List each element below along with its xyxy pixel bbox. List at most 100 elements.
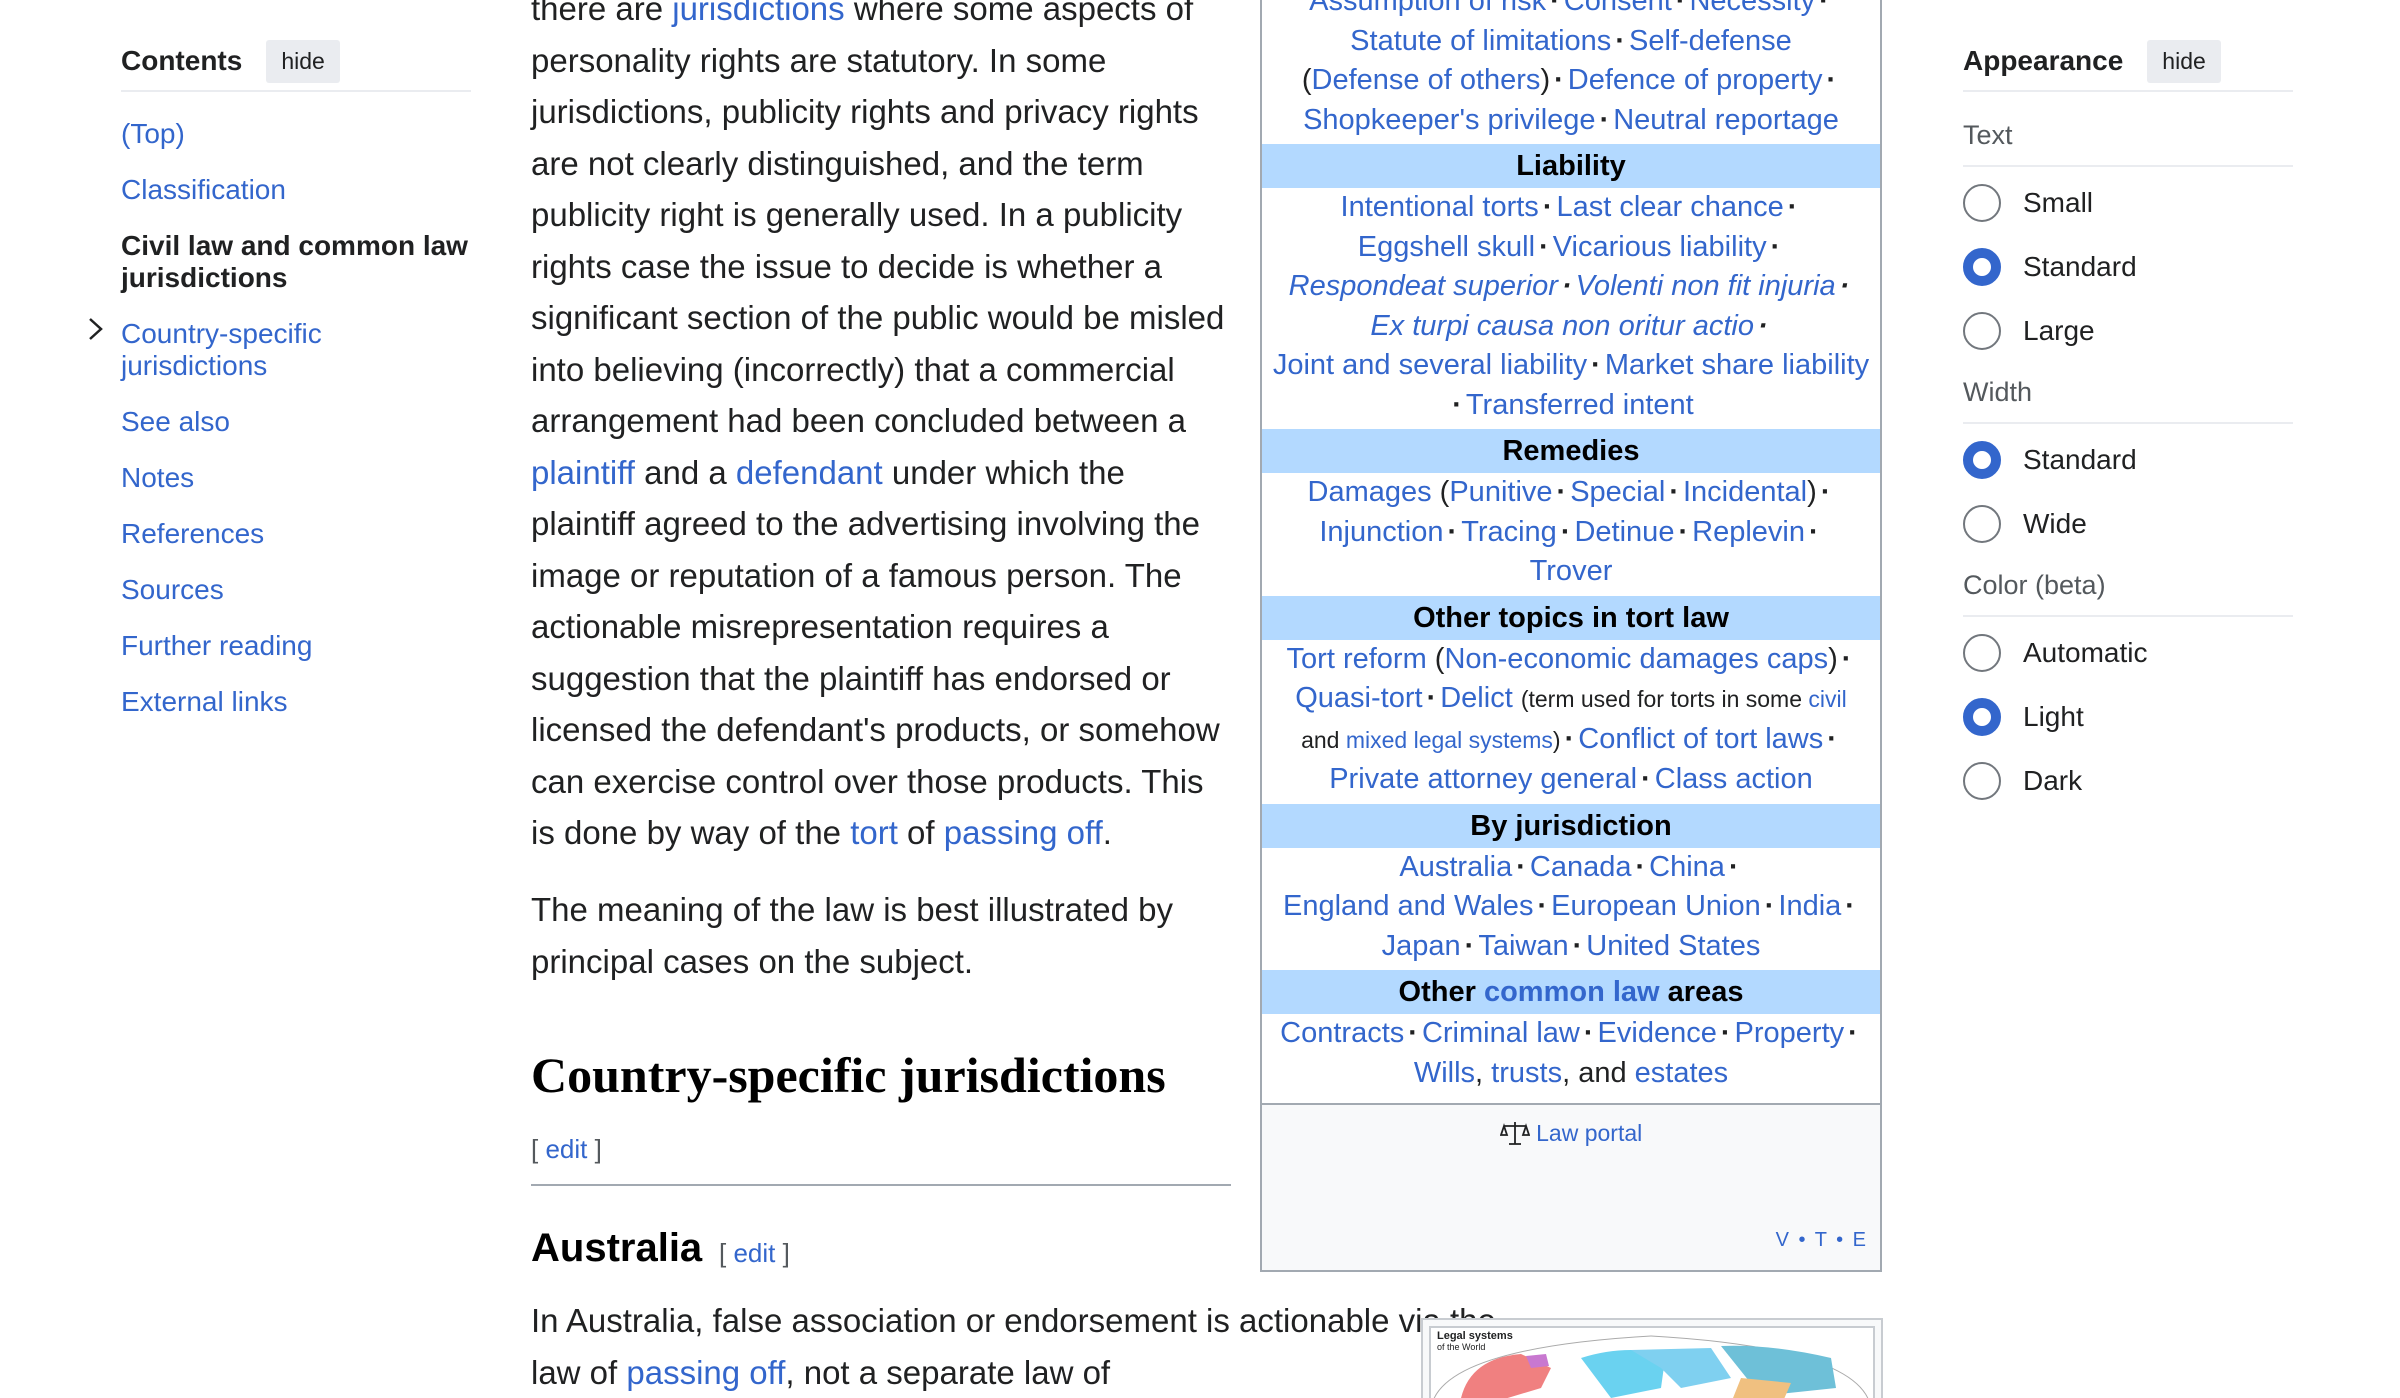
navbox-link[interactable]: Punitive [1449,476,1552,508]
navbox-link[interactable]: Incidental [1683,476,1807,508]
radio-circle[interactable] [1963,184,2001,222]
navbox-link[interactable]: European Union [1551,890,1761,922]
radio-color-dark[interactable]: Dark [1963,749,2293,813]
toc-item-references[interactable]: References [121,506,471,562]
radio-label[interactable]: Automatic [2023,637,2148,669]
toc-item-external-links[interactable]: External links [121,674,471,730]
toc-item-further-reading[interactable]: Further reading [121,618,471,674]
navbox-link[interactable]: Quasi-tort [1295,682,1422,714]
radio-circle-checked[interactable] [1963,698,2001,736]
toc-item-classification[interactable]: Classification [121,162,471,218]
edit-link[interactable]: edit [733,1238,775,1268]
navbox-link[interactable]: Vicarious liability [1553,231,1767,263]
navbox-link[interactable]: Special [1570,476,1665,508]
navbox-link[interactable]: Joint and several liability [1273,349,1587,381]
map-image[interactable]: Legal systems of the World [1429,1326,1875,1398]
radio-label[interactable]: Small [2023,187,2093,219]
radio-label[interactable]: Light [2023,701,2084,733]
radio-label[interactable]: Wide [2023,508,2087,540]
navbox-link[interactable]: Neutral reportage [1613,104,1839,136]
navbox-link[interactable]: Taiwan [1478,930,1568,962]
link-passing-off[interactable]: passing off [944,814,1103,851]
toc-item-see-also[interactable]: See also [121,394,471,450]
navbox-link[interactable]: Shopkeeper's privilege [1303,104,1596,136]
radio-text-standard[interactable]: Standard [1963,235,2293,299]
radio-text-small[interactable]: Small [1963,171,2293,235]
navbox-link[interactable]: Eggshell skull [1358,231,1535,263]
navbox-link[interactable]: Last clear chance [1556,191,1783,223]
chevron-right-icon[interactable] [87,316,105,349]
radio-label[interactable]: Standard [2023,444,2137,476]
radio-color-automatic[interactable]: Automatic [1963,621,2293,685]
navbox-link[interactable]: Property [1735,1017,1845,1049]
navbox-link[interactable]: Private attorney general [1329,763,1637,795]
navbox-link[interactable]: Self-defense [1629,25,1792,57]
navbox-link[interactable]: Transferred intent [1466,389,1694,421]
navbox-link[interactable]: Respondeat superior [1289,270,1558,302]
radio-circle-checked[interactable] [1963,441,2001,479]
navbox-link[interactable]: estates [1635,1057,1729,1089]
law-portal-label[interactable]: Law portal [1536,1120,1642,1146]
radio-width-wide[interactable]: Wide [1963,492,2293,556]
navbox-link[interactable]: Tort reform [1287,643,1427,675]
toc-item-top[interactable]: (Top) [121,106,471,162]
navbox-link[interactable]: Necessity [1689,0,1815,17]
law-portal-link[interactable]: Law portal [1262,1105,1880,1161]
radio-label[interactable]: Dark [2023,765,2082,797]
link-defendant[interactable]: defendant [736,454,883,491]
radio-text-large[interactable]: Large [1963,299,2293,363]
navbox-link[interactable]: Class action [1655,763,1813,795]
navbox-vte-links[interactable]: V • T • E [1776,1229,1868,1252]
navbox-link[interactable]: Defense of others [1312,64,1541,96]
navbox-link[interactable]: Consent [1564,0,1672,17]
navbox-link[interactable]: India [1778,890,1841,922]
navbox-link[interactable]: Non-economic damages caps [1444,643,1828,675]
link-jurisdictions[interactable]: jurisdictions [672,0,844,27]
navbox-link[interactable]: Detinue [1574,516,1674,548]
navbox-link[interactable]: Canada [1530,851,1632,883]
edit-link[interactable]: edit [545,1134,587,1164]
navbox-link[interactable]: Delict [1440,682,1513,714]
radio-width-standard[interactable]: Standard [1963,428,2293,492]
navbox-link[interactable]: England and Wales [1283,890,1533,922]
radio-circle[interactable] [1963,762,2001,800]
navbox-link[interactable]: Trover [1530,555,1613,587]
appearance-hide-button[interactable]: hide [2147,39,2221,83]
toc-item-country-specific-label[interactable]: Country-specific jurisdictions [121,318,322,381]
navbox-link[interactable]: trusts [1491,1057,1562,1089]
navbox-link[interactable]: civil [1808,686,1846,712]
navbox-link[interactable]: Conflict of tort laws [1578,723,1823,755]
navbox-link[interactable]: Contracts [1280,1017,1404,1049]
link-plaintiff[interactable]: plaintiff [531,454,635,491]
navbox-link[interactable]: Criminal law [1422,1017,1580,1049]
navbox-link[interactable]: mixed legal systems [1346,727,1553,753]
navbox-link[interactable]: Evidence [1598,1017,1717,1049]
toc-item-civil-common-law[interactable]: Civil law and common law jurisdictions [121,218,471,306]
navbox-link[interactable]: Injunction [1319,516,1443,548]
link-passing-off[interactable]: passing off [626,1354,785,1391]
link-tort[interactable]: tort [850,814,898,851]
navbox-link[interactable]: China [1649,851,1725,883]
navbox-link[interactable]: Tracing [1461,516,1557,548]
navbox-link-common-law[interactable]: common law [1484,976,1660,1008]
navbox-link[interactable]: United States [1586,930,1760,962]
toc-item-notes[interactable]: Notes [121,450,471,506]
navbox-link[interactable]: Intentional torts [1341,191,1539,223]
navbox-link[interactable]: Australia [1399,851,1512,883]
radio-circle[interactable] [1963,312,2001,350]
toc-hide-button[interactable]: hide [266,39,340,83]
legal-systems-map-thumbnail[interactable]: Legal systems of the World [1421,1318,1883,1398]
radio-label[interactable]: Standard [2023,251,2137,283]
radio-circle[interactable] [1963,505,2001,543]
navbox-link[interactable]: Defence of property [1568,64,1823,96]
navbox-link[interactable]: Replevin [1692,516,1805,548]
radio-circle-checked[interactable] [1963,248,2001,286]
navbox-link[interactable]: Assumption of risk [1309,0,1546,17]
navbox-link[interactable]: Ex turpi causa non oritur actio [1370,310,1754,342]
navbox-link[interactable]: Japan [1382,930,1461,962]
navbox-link[interactable]: Damages [1308,476,1432,508]
radio-color-light[interactable]: Light [1963,685,2293,749]
navbox-link[interactable]: Market share liability [1605,349,1869,381]
toc-item-country-specific[interactable]: Country-specific jurisdictions [89,306,471,394]
radio-circle[interactable] [1963,634,2001,672]
